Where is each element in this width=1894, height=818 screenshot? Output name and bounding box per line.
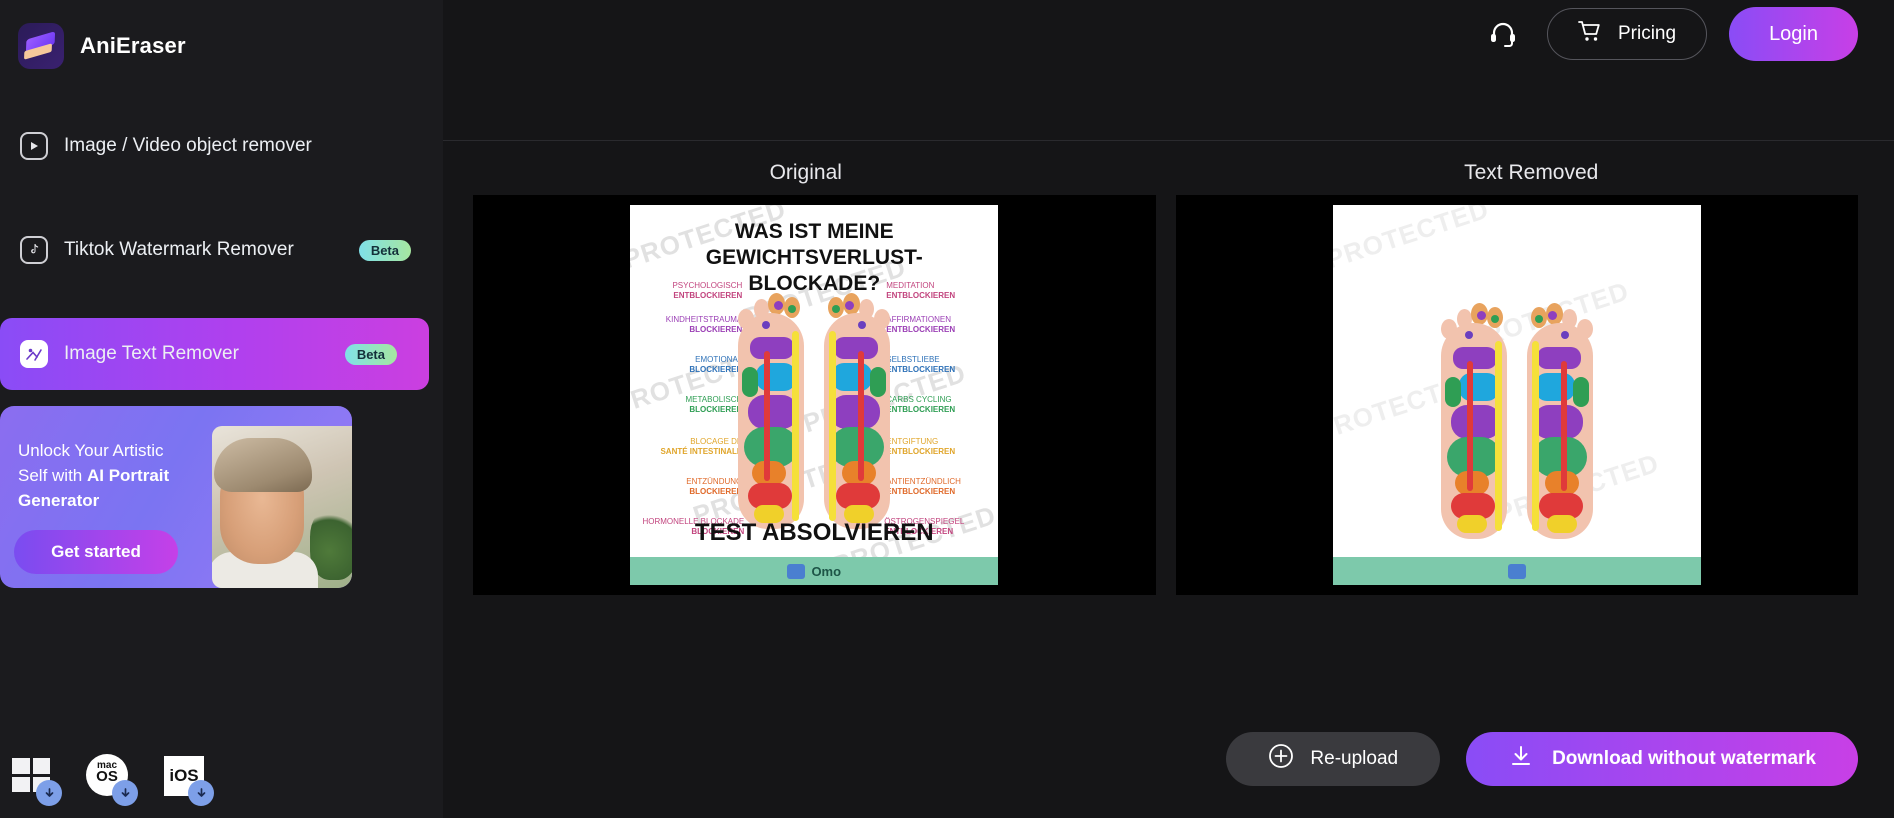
headset-icon[interactable] [1481,12,1525,56]
status-badge: Beta [358,239,411,261]
download-badge-icon [112,780,138,806]
infographic-label: AFFIRMATIONEN ENTBLOCKIEREN [886,315,956,334]
infographic-label: ENTZÜNDUNG BLOCKIEREN [686,477,743,496]
play-square-icon [20,132,48,160]
promo-text: Unlock Your Artistic Self with AI Portra… [18,438,203,513]
footer-logo-icon [787,563,806,579]
ios-icon[interactable]: iOS [158,750,214,806]
download-icon [1508,743,1534,775]
reupload-label: Re-upload [1310,748,1399,769]
app-root: AniEraser Image / Video object remover T… [0,0,1894,818]
reflexology-feet-illustration [1437,301,1597,551]
infographic-label: BLOCAGE DE SANTÉ INTESTINALE [660,437,743,456]
infographic-label: CARBS CYCLING ENTBLOCKIEREN [886,395,956,414]
reupload-button[interactable]: Re-upload [1226,732,1441,786]
original-panel[interactable]: PROTECTED PROTECTED PROTECTED PROTECTED … [473,195,1156,595]
sidebar-item-label: Image Text Remover [64,343,239,364]
sidebar-item-tiktok-watermark[interactable]: Tiktok Watermark Remover Beta [0,214,443,286]
infographic-label: ANTIENTZÜNDLICH ENTBLOCKIEREN [886,477,961,496]
infographic-label: ENTGIFTUNG ENTBLOCKIEREN [886,437,956,456]
infographic-label: SELBSTLIEBE ENTBLOCKIEREN [886,355,956,374]
result-panel[interactable]: PROTECTED PROTECTED PROTECTED PROTECTED [1175,195,1858,595]
reflexology-feet-illustration [734,291,894,541]
result-image: PROTECTED PROTECTED PROTECTED PROTECTED [1332,205,1701,585]
watermark-text: PROTECTED [1332,205,1493,275]
promo-card[interactable]: Unlock Your Artistic Self with AI Portra… [0,406,352,588]
plus-circle-icon [1268,743,1294,775]
action-bar: Re-upload Download without watermark [1226,732,1858,786]
status-badge: Beta [344,343,397,365]
download-label: Download without watermark [1552,748,1816,769]
promo-photo [212,426,352,588]
result-title-col: Text Removed [1169,161,1894,185]
infographic-label: EMOTIONAL BLOCKIEREN [689,355,743,374]
panel-title-result: Text Removed [1464,161,1599,184]
eraser-icon [18,23,64,69]
sidebar-nav: Image / Video object remover Tiktok Wate… [0,110,443,390]
image-title-line1: WAS IST MEINE GEWICHTSVERLUST- [705,220,923,269]
promo-line-2-plain: Self with [18,466,87,485]
macos-icon[interactable]: mac OS [82,750,138,806]
pricing-button[interactable]: Pricing [1546,8,1708,60]
promo-line-2-bold: AI Portrait [86,466,170,485]
login-button[interactable]: Login [1729,7,1858,61]
tiktok-note-icon [20,236,48,264]
sidebar: AniEraser Image / Video object remover T… [0,0,443,818]
download-platform-row: mac OS iOS [6,750,214,806]
original-image: PROTECTED PROTECTED PROTECTED PROTECTED … [630,205,999,585]
top-bar: Pricing Login [443,0,1894,140]
download-badge-icon [188,780,214,806]
original-title-col: Original [443,161,1169,185]
brand[interactable]: AniEraser [0,0,443,74]
pricing-label: Pricing [1617,23,1677,44]
download-badge-icon [36,780,62,806]
panel-titles: Original Text Removed [443,140,1894,185]
sidebar-item-label: Tiktok Watermark Remover [64,239,294,260]
sidebar-item-label: Image / Video object remover [64,135,312,156]
infographic-label: KINDHEITSTRAUMA BLOCKIEREN [665,315,743,334]
windows-icon[interactable] [6,750,62,806]
get-started-button[interactable]: Get started [14,530,178,574]
macos-label-bottom: OS [96,768,118,785]
promo-line-3-bold: Generator [18,491,100,510]
footer-logo-icon [1507,563,1526,579]
promo-line-1: Unlock Your Artistic [18,441,164,460]
main-content: Pricing Login Original Text Removed PROT… [443,0,1894,818]
image-footer-bar: Omo [630,557,999,585]
sidebar-item-image-text-remover[interactable]: Image Text Remover Beta [0,318,429,390]
panel-title-original: Original [769,161,842,184]
brand-name: AniEraser [80,33,186,58]
image-text-icon [20,340,48,368]
infographic-label: MEDITATION ENTBLOCKIEREN [886,281,956,300]
comparison-panels: PROTECTED PROTECTED PROTECTED PROTECTED … [443,185,1894,595]
footer-text: Omo [811,563,842,579]
image-cta-text: TEST ABSOLVIEREN [694,519,934,546]
sidebar-item-object-remover[interactable]: Image / Video object remover [0,110,443,182]
infographic-label: PSYCHOLOGISCH ENTBLOCKIEREN [672,281,743,300]
infographic-label: METABOLISCH BLOCKIEREN [685,395,743,414]
cart-icon [1578,20,1602,48]
download-button[interactable]: Download without watermark [1466,732,1858,786]
image-footer-bar [1332,557,1701,585]
